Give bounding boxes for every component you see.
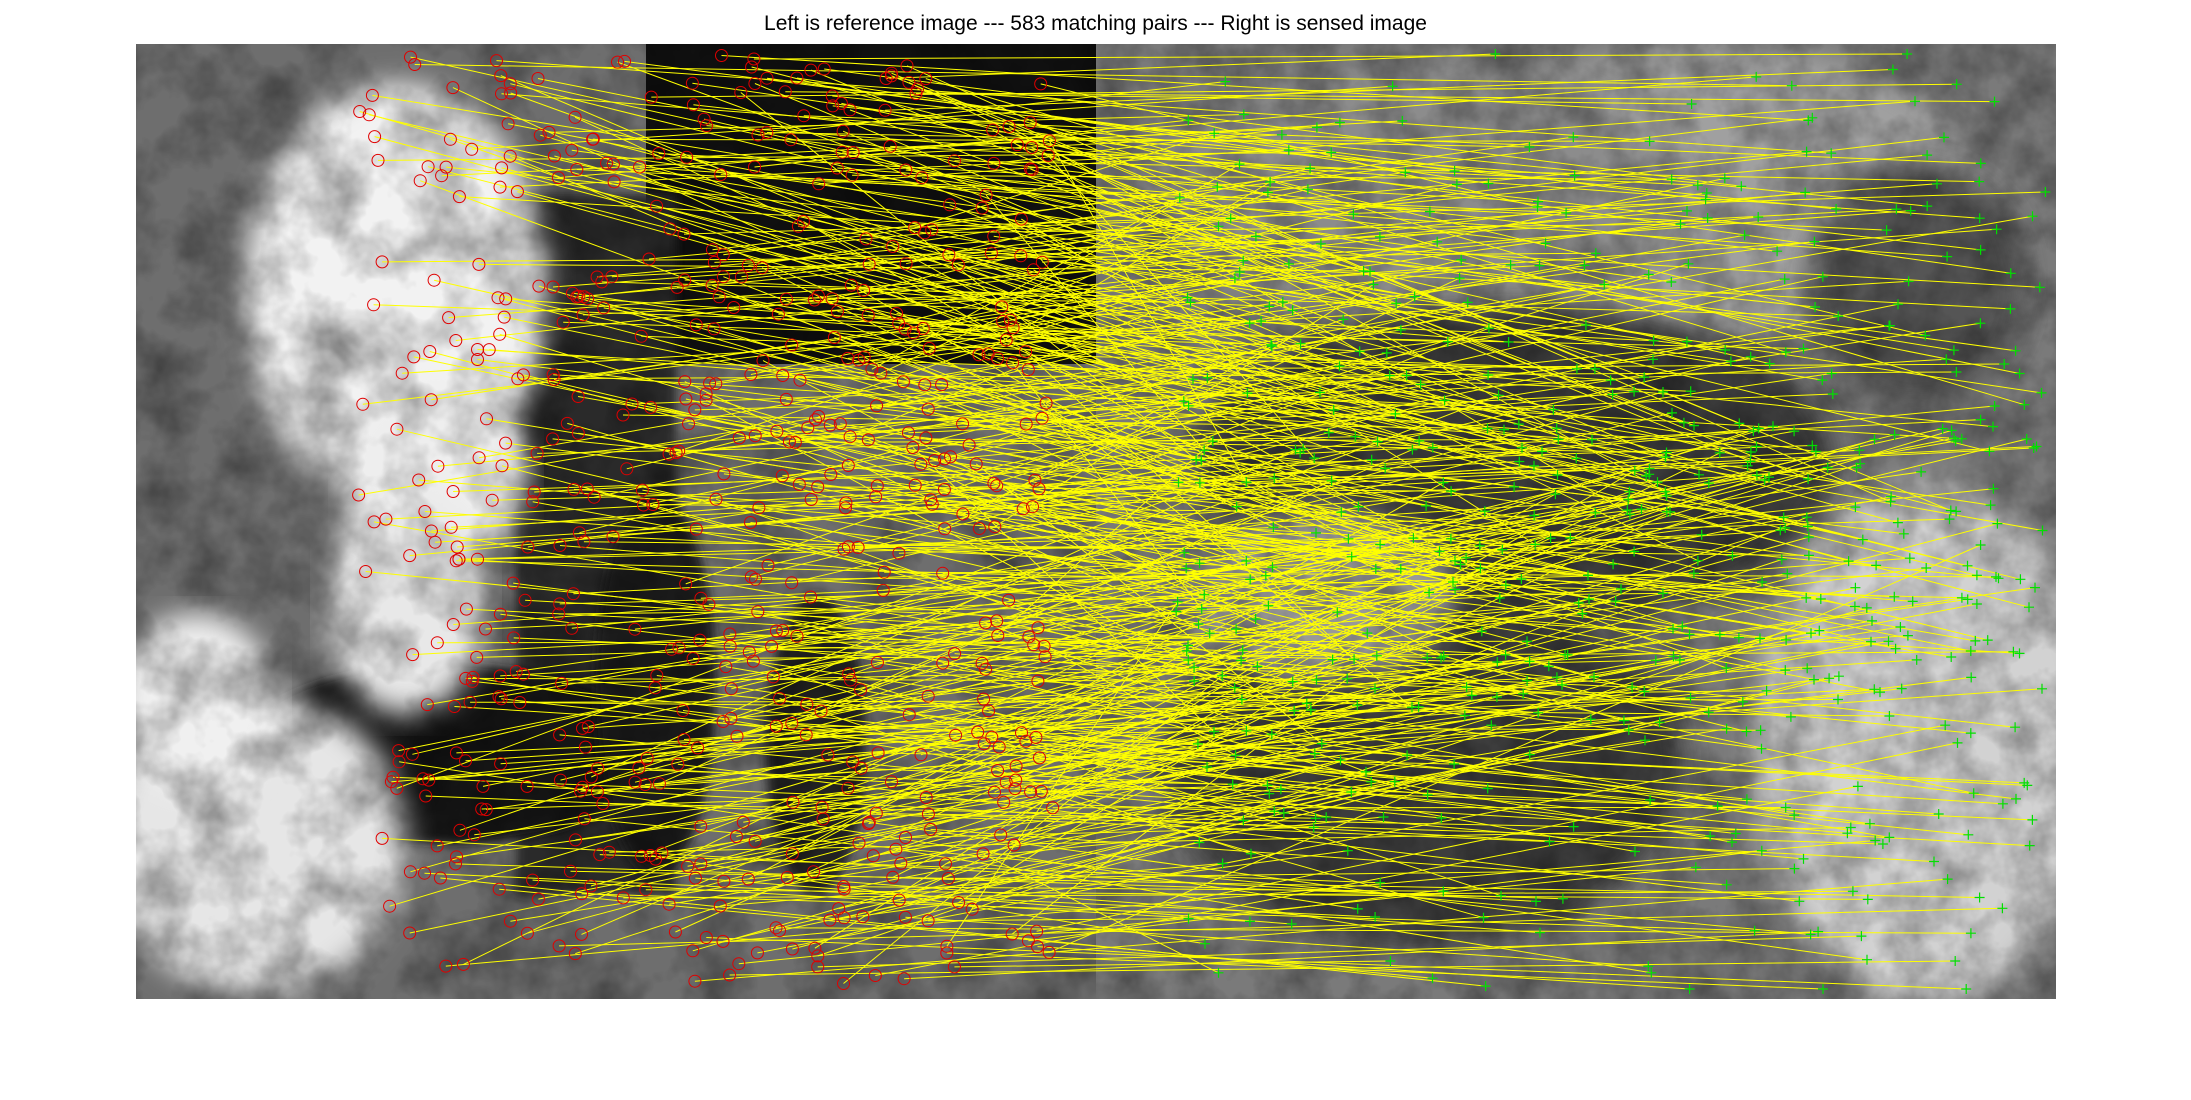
match-figure [136, 44, 2056, 999]
figure-title: Left is reference image --- 583 matching… [764, 12, 1427, 35]
